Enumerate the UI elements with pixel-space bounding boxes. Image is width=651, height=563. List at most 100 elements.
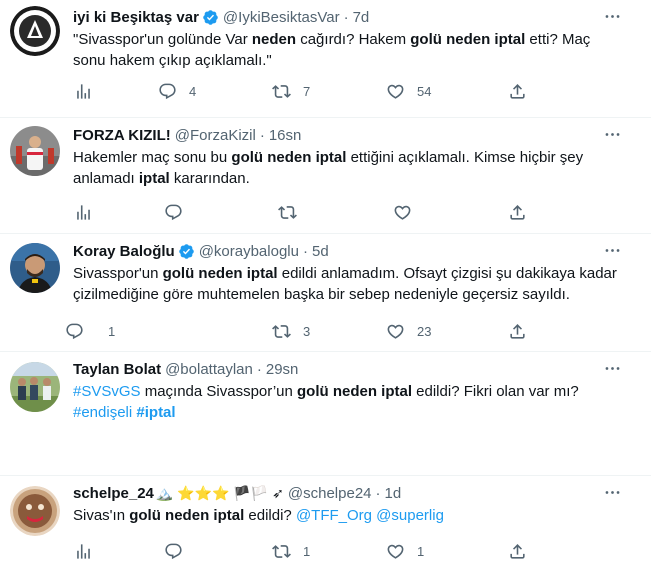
user-handle[interactable]: @koraybaloglu [199,243,299,260]
more-icon[interactable] [601,481,623,503]
like-count: 23 [417,323,432,339]
separator-dot: · [256,360,262,378]
more-icon[interactable] [601,357,623,379]
tweet-text-segment: Sivas'ın [73,507,130,524]
share-icon [510,543,525,559]
tweet-header: schelpe_24 🏔️ ⭐⭐⭐ 🏴🏳️ ➶ @schelpe24 · 1d [73,483,611,503]
retweet-button[interactable]: 3 [272,319,310,343]
reply-button[interactable] [164,200,195,224]
analytics-button[interactable] [74,79,93,103]
analytics-button[interactable] [74,200,93,224]
verified-badge-icon [178,243,195,260]
tweet-text-segment: iptal [138,170,170,187]
heart-icon [394,205,411,220]
share-icon [510,204,525,220]
share-button[interactable] [508,319,527,343]
retweet-icon [278,205,297,219]
retweet-icon [272,324,291,338]
tweet-text-segment: kararından. [169,170,250,187]
retweet-button[interactable]: 7 [272,79,310,103]
tweet-text: Sivasspor'un golü neden iptal edildi anl… [73,263,618,305]
like-button[interactable]: 54 [386,79,431,103]
separator-dot: · [375,484,381,502]
tweet-text-segment: golü neden iptal [231,149,347,166]
tweet[interactable]: Koray Baloğlu @koraybaloglu · 5d Sivassp… [0,234,651,352]
user-handle[interactable]: @schelpe24 [288,485,372,502]
reply-icon [165,204,182,220]
tweet-text-segment: Sivasspor'un [73,265,163,282]
tweet-actions [65,200,545,224]
tweet-link[interactable]: @TFF_Org [296,507,372,524]
more-icon[interactable] [601,5,623,27]
avatar[interactable] [10,6,60,56]
analytics-icon [77,83,90,99]
avatar[interactable] [10,126,60,176]
analytics-button[interactable] [74,539,93,563]
reply-icon [159,83,176,99]
timestamp[interactable]: 29sn [266,361,299,378]
retweet-count: 7 [303,83,311,99]
tweet-text-segment: golü neden iptal [410,31,526,48]
retweet-icon [272,544,291,558]
share-icon [510,83,525,99]
tweet-actions: 1 3 23 [65,319,545,343]
display-name[interactable]: Taylan Bolat [73,361,161,378]
name-emojis: 🏔️ ⭐⭐⭐ 🏴🏳️ ➶ [155,484,284,501]
retweet-count: 3 [303,323,311,339]
user-handle[interactable]: @bolattaylan [165,361,253,378]
tweet-link[interactable]: #iptal [136,404,175,421]
more-icon[interactable] [601,123,623,145]
like-count: 54 [417,83,432,99]
like-button[interactable]: 1 [386,539,424,563]
tweet[interactable]: Taylan Bolat @bolattaylan · 29sn #SVSvGS… [0,352,651,476]
tweet-text-segment: "Sivasspor'un golünde Var [73,31,252,48]
share-button[interactable] [508,200,527,224]
like-button[interactable] [393,200,424,224]
display-name[interactable]: schelpe_24 [73,485,154,502]
heart-icon [387,324,404,339]
avatar[interactable] [10,486,60,536]
tweet-link[interactable]: #endişeli [73,404,132,421]
tweet[interactable]: schelpe_24 🏔️ ⭐⭐⭐ 🏴🏳️ ➶ @schelpe24 · 1d … [0,476,651,562]
tweet-link[interactable]: #SVSvGS [73,383,141,400]
tweet[interactable]: FORZA KIZIL! @ForzaKizil · 16sn Hakemler… [0,118,651,234]
heart-icon [387,84,404,99]
retweet-button[interactable]: 1 [272,539,310,563]
tweet[interactable]: iyi ki Beşiktaş var @IykiBesiktasVar · 7… [0,0,651,118]
user-handle[interactable]: @IykiBesiktasVar [223,9,340,26]
like-count: 1 [417,543,425,559]
tweet-header: FORZA KIZIL! @ForzaKizil · 16sn [73,125,611,145]
avatar[interactable] [10,362,60,412]
share-button[interactable] [508,79,527,103]
like-button[interactable]: 23 [386,319,431,343]
reply-button[interactable]: 1 [65,319,115,343]
reply-button[interactable] [164,539,195,563]
tweet-actions: 4 7 54 [65,79,545,103]
tweet-text: #SVSvGS maçında Sivasspor’un golü neden … [73,381,583,423]
retweet-icon [272,84,291,98]
avatar[interactable] [10,243,60,293]
tweet-link[interactable]: @superlig [376,507,444,524]
share-icon [510,323,525,339]
tweet-text-segment: golü neden iptal [129,507,245,524]
timestamp[interactable]: 5d [312,243,329,260]
display-name[interactable]: FORZA KIZIL! [73,127,171,144]
more-icon[interactable] [601,239,623,261]
tweet-text-segment: edildi? [244,507,296,524]
user-handle[interactable]: @ForzaKizil [175,127,256,144]
tweet-text: "Sivasspor'un golünde Var neden cağırdı?… [73,29,618,71]
display-name[interactable]: Koray Baloğlu [73,243,175,260]
display-name[interactable]: iyi ki Beşiktaş var [73,9,199,26]
timestamp[interactable]: 7d [353,9,370,26]
reply-icon [165,543,182,559]
timestamp[interactable]: 1d [385,485,402,502]
retweet-button[interactable] [278,200,309,224]
tweet-actions: 1 1 [65,539,545,563]
analytics-icon [77,204,90,220]
reply-button[interactable]: 4 [158,79,196,103]
separator-dot: · [302,242,308,260]
tweet-text-segment: maçında Sivasspor’un [140,383,297,400]
tweet-text-segment: golü neden iptal [297,383,412,400]
share-button[interactable] [508,539,527,563]
timestamp[interactable]: 16sn [269,127,302,144]
